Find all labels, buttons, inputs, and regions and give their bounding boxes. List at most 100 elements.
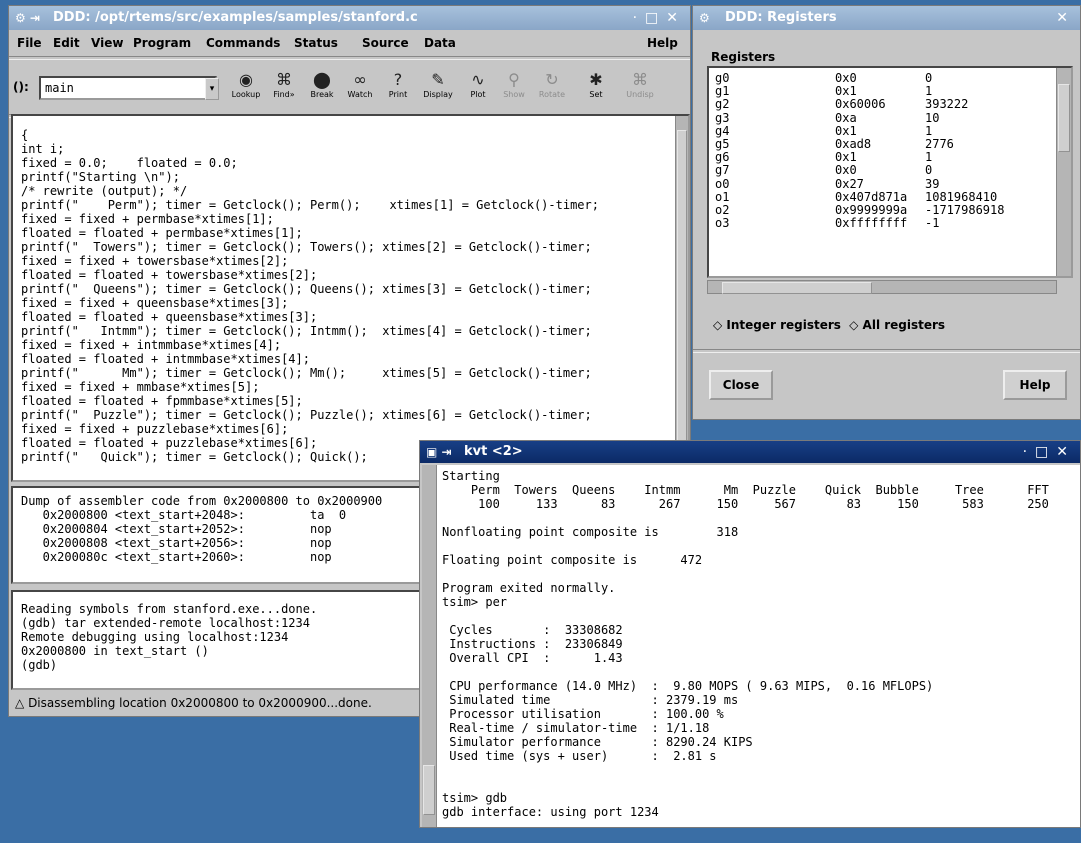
menu-source[interactable]: Source — [362, 30, 409, 56]
menu-commands[interactable]: Commands — [206, 30, 280, 56]
toolbar-undisp-button[interactable]: ⌘ Undisp — [621, 70, 659, 99]
registers-window-menu-icon[interactable]: ⚙ — [699, 6, 710, 30]
menu-help[interactable]: Help — [647, 30, 678, 56]
console-line: (gdb) — [21, 658, 65, 672]
register-row[interactable]: g0 0x0 0 — [715, 72, 1053, 84]
register-dec: -1 — [925, 216, 940, 231]
toolbar-print-button[interactable]: ? Print — [379, 70, 417, 99]
menu-program[interactable]: Program — [133, 30, 191, 56]
register-hex: 0xad8 — [835, 137, 872, 151]
toolbar-set-button[interactable]: ✱ Set — [577, 70, 615, 99]
register-row[interactable]: g7 0x0 0 — [715, 164, 1053, 176]
terminal-line: Starting — [442, 469, 500, 483]
register-dec: 0 — [925, 71, 933, 85]
toolbar-button-label: Break — [310, 90, 334, 99]
kvt-titlebar[interactable]: ▣ ⇥ kvt <2> ·□✕ — [420, 441, 1080, 463]
toolbar-button-label: Lookup — [231, 90, 261, 99]
source-scroll-thumb[interactable] — [677, 130, 687, 472]
kvt-window-title: kvt <2> — [464, 444, 523, 459]
arg-input[interactable]: main — [39, 76, 217, 100]
ddd-titlebar[interactable]: ⚙ ⇥ DDD: /opt/rtems/src/examples/samples… — [9, 6, 690, 30]
kvt-terminal[interactable]: Starting Perm Towers Queens Intmm Mm Puz… — [422, 465, 1080, 827]
print-icon: ? — [393, 70, 403, 89]
kvt-output: Starting Perm Towers Queens Intmm Mm Puz… — [442, 469, 1049, 819]
register-hex: 0x0 — [835, 163, 857, 178]
toolbar-show-button[interactable]: ⚲ Show — [495, 70, 533, 99]
registers-vscroll-thumb[interactable] — [1058, 84, 1070, 152]
register-dec: 39 — [925, 176, 940, 191]
console-output: Reading symbols from stanford.exe...done… — [21, 602, 317, 672]
toolbar-watch-button[interactable]: ∞ Watch — [341, 70, 379, 99]
source-line: floated = floated + queensbase*xtimes[3]… — [21, 310, 318, 324]
register-row[interactable]: o2 0x9999999a -1717986918 — [715, 204, 1053, 216]
register-row[interactable]: g6 0x1 1 — [715, 151, 1053, 163]
source-line: printf(" Perm"); timer = Getclock(); Per… — [21, 198, 599, 212]
ddd-menubar: File Edit View Program Commands Status S… — [9, 30, 690, 56]
register-row[interactable]: g3 0xa 10 — [715, 112, 1053, 124]
menu-edit[interactable]: Edit — [53, 30, 80, 56]
source-line: int i; — [21, 142, 65, 156]
menu-data[interactable]: Data — [424, 30, 456, 56]
register-dec: 1081968410 — [925, 189, 998, 204]
registers-hscroll-thumb[interactable] — [722, 282, 872, 294]
source-line: /* rewrite (output); */ — [21, 184, 188, 198]
register-name: o1 — [715, 189, 730, 204]
show-icon: ⚲ — [508, 70, 520, 89]
registers-vscrollbar[interactable] — [1056, 68, 1071, 276]
terminal-line: 100 133 83 267 150 567 83 150 583 250 — [442, 497, 1049, 511]
register-dec: -1717986918 — [925, 203, 1005, 217]
register-name: g3 — [715, 110, 730, 125]
register-row[interactable]: g4 0x1 1 — [715, 125, 1053, 137]
registers-list[interactable]: g0 0x0 0 g1 0x1 1 g2 0x60006 393222 g3 0xa 1 0 g4 0x1 1… — [707, 66, 1073, 278]
register-name: g7 — [715, 163, 730, 178]
close-button[interactable]: Close — [709, 370, 773, 400]
arg-dropdown-icon[interactable]: ▾ — [205, 78, 219, 100]
kvt-window-menu-icon[interactable]: ▣ ⇥ — [426, 441, 452, 463]
window-controls-icon[interactable]: ·□✕ — [633, 6, 686, 30]
terminal-line: Program exited normally. — [442, 581, 616, 595]
source-line: fixed = fixed + queensbase*xtimes[3]; — [21, 296, 289, 310]
menu-status[interactable]: Status — [294, 30, 338, 56]
registers-help-button[interactable]: Help — [1003, 370, 1067, 400]
source-line: floated = floated + permbase*xtimes[1]; — [21, 226, 303, 240]
register-row[interactable]: g1 0x1 1 — [715, 85, 1053, 97]
source-line: fixed = fixed + towersbase*xtimes[2]; — [21, 254, 289, 268]
toolbar-break-button[interactable]: ⬤ Break — [303, 70, 341, 99]
all-registers-radio[interactable]: ◇ All registers — [849, 318, 945, 332]
lookup-icon: ◉ — [239, 70, 253, 89]
menu-file[interactable]: File — [17, 30, 42, 56]
register-row[interactable]: g2 0x60006 393222 — [715, 98, 1053, 110]
assembler-line: Dump of assembler code from 0x2000800 to… — [21, 494, 383, 508]
register-hex: 0xa — [835, 110, 857, 125]
register-row[interactable]: o3 0xffffffff -1 — [715, 217, 1053, 229]
toolbar-lookup-button[interactable]: ◉ Lookup — [227, 70, 265, 99]
registers-titlebar[interactable]: ⚙ DDD: Registers ✕ — [693, 6, 1080, 30]
registers-close-icon[interactable]: ✕ — [1056, 6, 1076, 30]
toolbar-button-label: Rotate — [538, 90, 566, 99]
register-row[interactable]: o1 0x407d871a 1081968410 — [715, 191, 1053, 203]
console-line: (gdb) tar extended-remote localhost:1234 — [21, 616, 310, 630]
toolbar-plot-button[interactable]: ∿ Plot — [459, 70, 497, 99]
source-line: floated = floated + towersbase*xtimes[2]… — [21, 268, 318, 282]
kvt-window: ▣ ⇥ kvt <2> ·□✕ Starting Perm Towers Que… — [419, 440, 1081, 828]
register-row[interactable]: g5 0xad8 2776 — [715, 138, 1053, 150]
integer-registers-radio[interactable]: ◇ Integer registers — [713, 318, 841, 332]
toolbar-rotate-button[interactable]: ↻ Rotate — [533, 70, 571, 99]
source-line: floated = floated + intmmbase*xtimes[4]; — [21, 352, 310, 366]
kvt-scroll-thumb[interactable] — [423, 765, 435, 815]
menu-view[interactable]: View — [91, 30, 123, 56]
registers-hscrollbar[interactable] — [707, 280, 1057, 294]
source-line: fixed = fixed + mmbase*xtimes[5]; — [21, 380, 260, 394]
terminal-line: Instructions : 23306849 — [442, 637, 623, 651]
register-name: o0 — [715, 176, 730, 191]
kvt-window-controls-icon[interactable]: ·□✕ — [1023, 441, 1076, 463]
kvt-scrollbar[interactable] — [422, 465, 437, 827]
toolbar-find-button[interactable]: ⌘ Find» — [265, 70, 303, 99]
register-dec: 1 — [925, 123, 933, 138]
source-scrollbar[interactable] — [675, 116, 688, 480]
source-pane[interactable]: {int i; fixed = 0.0; floated = 0.0; printf… — [11, 114, 690, 482]
register-row[interactable]: o0 0x27 39 — [715, 178, 1053, 190]
toolbar-display-button[interactable]: ✎ Display — [419, 70, 457, 99]
window-menu-icon[interactable]: ⚙ ⇥ — [15, 6, 40, 30]
